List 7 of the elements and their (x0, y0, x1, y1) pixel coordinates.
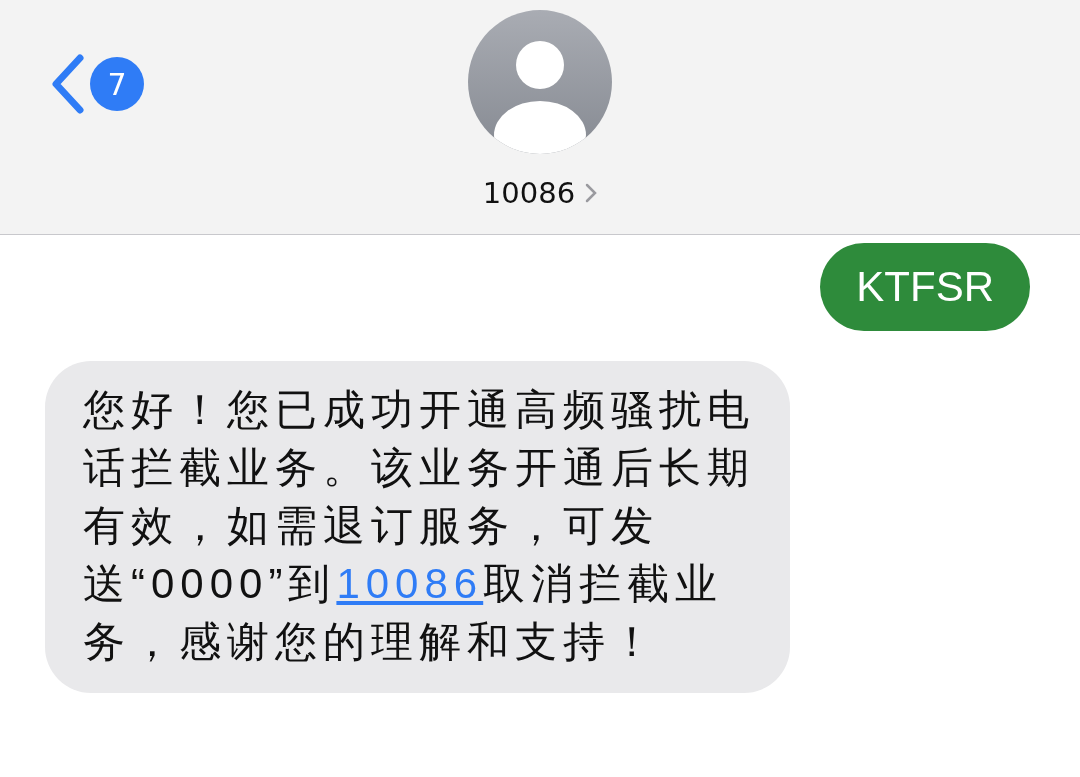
message-text: 您好！您已成功开通高频骚扰电话拦截业务。该业务开通后长期有效，如需退订服务，可发送“0000”到 10086取消拦截业务，感谢您的理解和支持！ (83, 385, 756, 667)
back-icon[interactable] (50, 54, 86, 114)
chevron-icon (585, 183, 598, 203)
unread-badge: 7 (90, 57, 144, 111)
message-text: KTFSR (856, 263, 994, 310)
contact-name[interactable]: 10086 (482, 176, 576, 210)
avatar-icon[interactable] (468, 10, 612, 154)
